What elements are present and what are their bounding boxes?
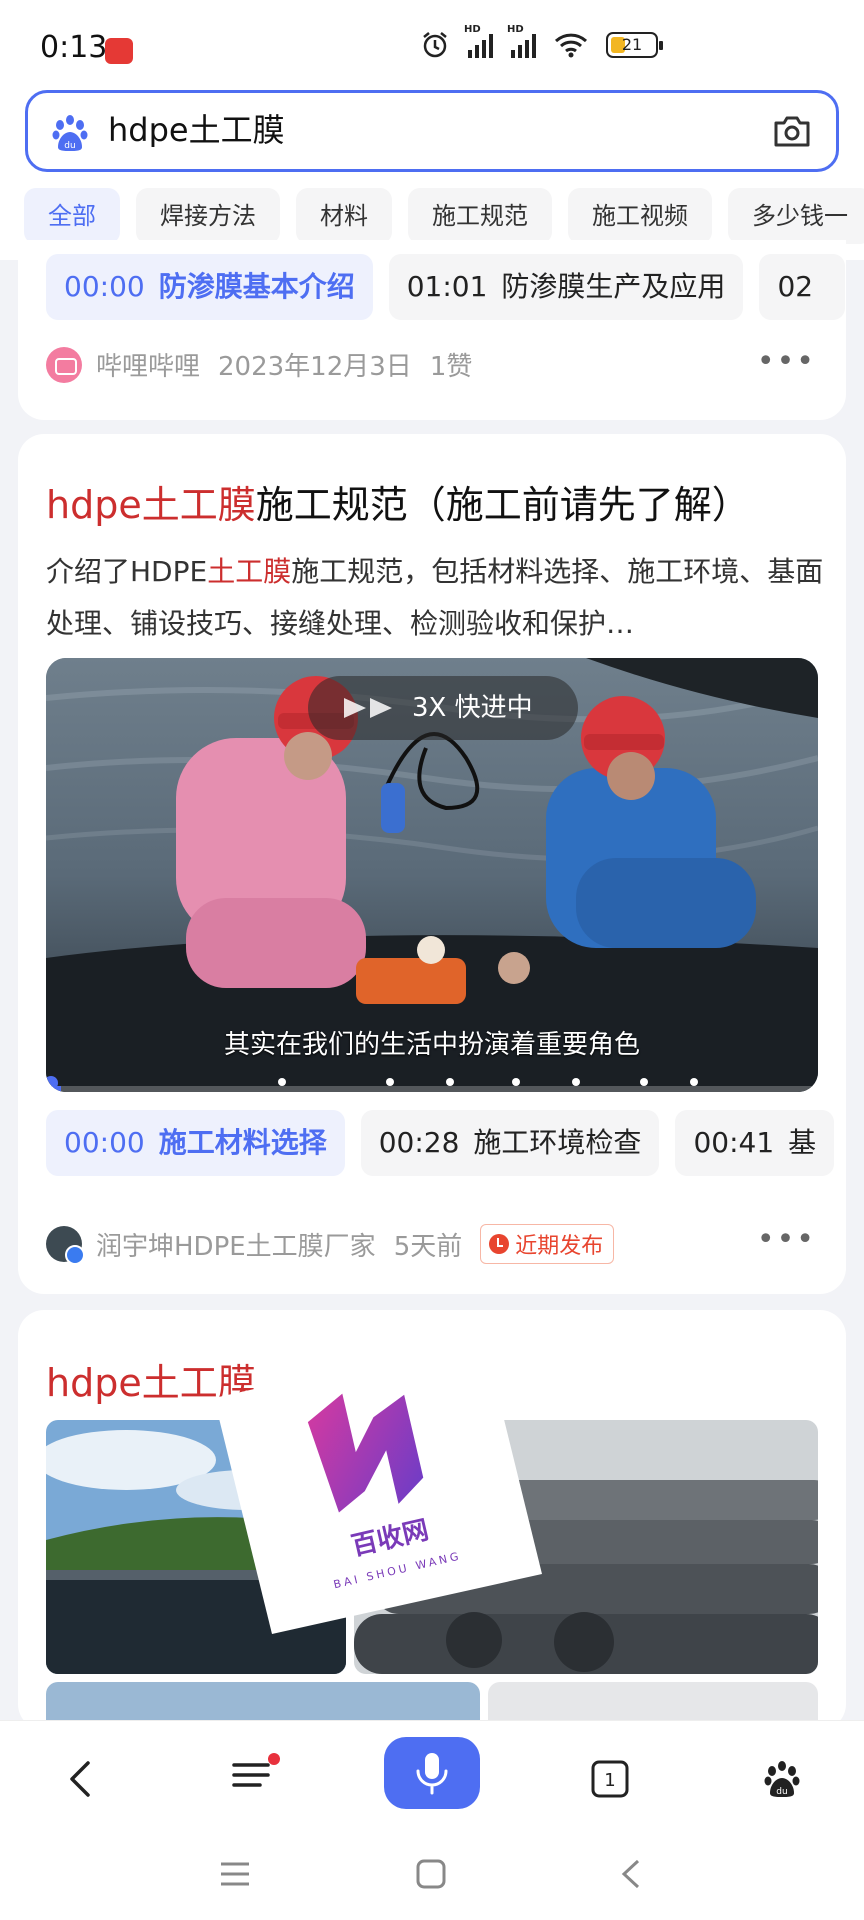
result-source: 润宇坤HDPE土工膜厂家 5天前 近期发布	[46, 1224, 615, 1265]
tabs-icon[interactable]: 1	[590, 1759, 630, 1799]
video-progress-bar[interactable]	[46, 1086, 818, 1092]
chapter-item[interactable]: 00:00 防渗膜基本介绍	[46, 254, 373, 320]
back-icon[interactable]	[66, 1759, 96, 1799]
notification-app-icon	[105, 38, 133, 64]
wifi-icon	[554, 33, 588, 58]
svg-text:1: 1	[604, 1770, 615, 1791]
camera-icon[interactable]	[772, 113, 812, 149]
status-bar: 0:13 HD HD 21	[0, 0, 864, 90]
system-recents-icon[interactable]	[218, 1859, 252, 1889]
tab-construction-video[interactable]: 施工视频	[568, 188, 712, 244]
system-home-icon[interactable]	[416, 1859, 446, 1889]
search-box[interactable]: du	[25, 90, 839, 172]
chapter-marker	[690, 1078, 698, 1086]
bottom-toolbar: 1 du	[0, 1720, 864, 1920]
signal-icon: HD	[464, 24, 493, 58]
svg-text:du: du	[776, 1787, 787, 1797]
svg-text:du: du	[64, 141, 75, 151]
recent-badge: 近期发布	[480, 1224, 615, 1264]
more-options-icon[interactable]: •••	[757, 1222, 816, 1257]
microphone-icon	[416, 1753, 448, 1795]
chapter-marker	[446, 1078, 454, 1086]
chapter-item[interactable]: 00:28 施工环境检查	[360, 1110, 660, 1176]
publish-date: 2023年12月3日	[218, 352, 412, 382]
video-chapters: 00:00 防渗膜基本介绍 01:01 防渗膜生产及应用 02	[46, 254, 846, 320]
clock-icon	[489, 1234, 510, 1254]
search-header: du 全部 焊接方法 材料 施工规范 施工视频 多少钱一	[0, 90, 864, 260]
video-player[interactable]: 3X 快进中 其实在我们的生活中扮演着重要角色	[46, 658, 818, 1092]
more-options-icon[interactable]: •••	[757, 344, 816, 379]
publish-time: 5天前	[393, 1231, 463, 1262]
tab-price[interactable]: 多少钱一	[728, 188, 864, 244]
search-input[interactable]	[108, 109, 708, 147]
tab-material[interactable]: 材料	[296, 188, 392, 244]
tab-all[interactable]: 全部	[24, 188, 120, 244]
chapter-marker	[640, 1078, 648, 1086]
battery-icon: 21	[606, 32, 663, 58]
video-subtitle: 其实在我们的生活中扮演着重要角色	[223, 1030, 640, 1060]
result-description: 介绍了HDPE土工膜施工规范，包括材料选择、施工环境、基面处理、铺设技巧、接缝处…	[46, 555, 824, 640]
watermark-logo: 百收网 BAI SHOU WANG	[214, 1338, 542, 1634]
fast-forward-icon	[344, 698, 392, 718]
source-name[interactable]: 润宇坤HDPE土工膜厂家	[96, 1226, 376, 1263]
alarm-icon	[423, 32, 447, 58]
result-title[interactable]: hdpe土工膜施工规范（施工前请先了解）	[46, 474, 750, 529]
video-chapters: 00:00 施工材料选择 00:28 施工环境检查 00:41 基	[46, 1110, 835, 1176]
chapter-item[interactable]: 01:01 防渗膜生产及应用	[388, 254, 744, 320]
tab-construction-spec[interactable]: 施工规范	[408, 188, 552, 244]
chapter-item[interactable]: 02	[759, 254, 846, 320]
search-tabs: 全部 焊接方法 材料 施工规范 施工视频 多少钱一	[24, 188, 864, 244]
tab-welding-method[interactable]: 焊接方法	[136, 188, 280, 244]
like-count: 1赞	[429, 352, 473, 382]
result-card-bilibili[interactable]: 00:00 防渗膜基本介绍 01:01 防渗膜生产及应用 02 哔哩哔哩 2023年…	[18, 240, 846, 420]
chapter-item[interactable]: 00:41 基	[675, 1110, 835, 1176]
status-time: 0:13	[40, 30, 108, 65]
system-back-icon[interactable]	[620, 1859, 642, 1889]
chapter-marker	[278, 1078, 286, 1086]
publisher-avatar	[46, 1226, 85, 1265]
baidu-paw-icon[interactable]: du	[762, 1759, 802, 1799]
chapter-marker	[512, 1078, 520, 1086]
voice-search-button[interactable]	[384, 1737, 480, 1809]
signal-icon-2: HD	[507, 24, 536, 58]
baidu-paw-icon: du	[52, 115, 88, 151]
result-card-construction-spec[interactable]: hdpe土工膜施工规范（施工前请先了解） 介绍了HDPE土工膜施工规范，包括材料…	[18, 434, 846, 1294]
playback-speed-indicator: 3X 快进中	[308, 676, 578, 740]
source-name[interactable]: 哔哩哔哩	[96, 346, 200, 383]
bilibili-icon	[46, 346, 82, 383]
status-icons: HD HD 21	[420, 24, 663, 60]
menu-icon[interactable]	[230, 1751, 282, 1797]
result-source: 哔哩哔哩 2023年12月3日 1赞	[46, 346, 472, 383]
chapter-marker	[572, 1078, 580, 1086]
chapter-marker	[386, 1078, 394, 1086]
chapter-item[interactable]: 00:00 施工材料选择	[46, 1110, 345, 1176]
